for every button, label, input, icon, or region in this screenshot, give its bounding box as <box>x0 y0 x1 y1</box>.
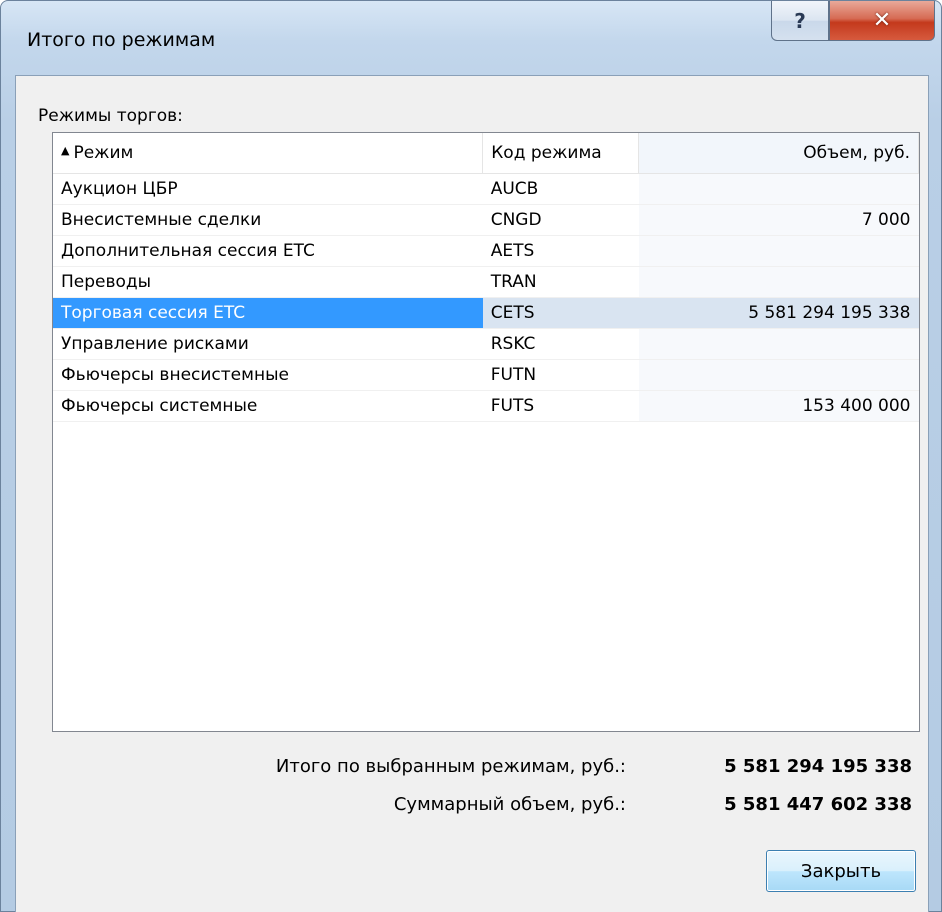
selected-total-label: Итого по выбранным режимам, руб.: <box>275 756 626 777</box>
selected-total-value: 5 581 294 195 338 <box>724 756 912 777</box>
cell-mode: Фьючерсы системные <box>53 390 483 422</box>
cell-code: AETS <box>482 235 639 267</box>
help-icon: ? <box>794 8 806 33</box>
column-header-mode[interactable]: ▲ Режим <box>53 133 484 174</box>
column-header-volume[interactable]: Объем, руб. <box>638 133 919 174</box>
title-bar[interactable]: Итого по режимам ? ✕ <box>1 1 942 75</box>
cell-volume <box>638 235 919 267</box>
table-row[interactable]: Фьючерсы внесистемные FUTN <box>53 359 919 391</box>
sum-total-value: 5 581 447 602 338 <box>724 794 912 815</box>
table-row[interactable]: Внесистемные сделки CNGD 7 000 <box>53 204 919 236</box>
help-button[interactable]: ? <box>771 1 829 41</box>
cell-volume: 153 400 000 <box>638 390 919 422</box>
dialog-client-area: Режимы торгов: ▲ Режим Код режима Объем, … <box>15 75 929 912</box>
cell-code: CNGD <box>482 204 639 236</box>
cell-mode: Внесистемные сделки <box>53 204 483 236</box>
cell-volume <box>638 266 919 298</box>
column-header-mode-label: Режим <box>73 142 134 163</box>
column-header-code[interactable]: Код режима <box>482 133 640 174</box>
cell-volume <box>638 359 919 391</box>
dialog-window: Итого по режимам ? ✕ Режимы торгов: ▲ Реж… <box>0 0 942 912</box>
close-button[interactable]: Закрыть <box>766 850 916 892</box>
table-header-row: ▲ Режим Код режима Объем, руб. <box>53 133 919 174</box>
window-close-button[interactable]: ✕ <box>829 1 935 41</box>
table-row-selected[interactable]: Торговая сессия ETC CETS 5 581 294 195 3… <box>53 297 919 329</box>
cell-code: TRAN <box>482 266 639 298</box>
close-icon: ✕ <box>872 8 892 33</box>
cell-mode: Аукцион ЦБР <box>53 173 483 205</box>
sort-ascending-icon: ▲ <box>61 143 70 157</box>
table-row[interactable]: Управление рисками RSKC <box>53 328 919 360</box>
table-row[interactable]: Аукцион ЦБР AUCB <box>53 173 919 205</box>
cell-volume <box>638 173 919 205</box>
modes-table: ▲ Режим Код режима Объем, руб. Аукцион ЦБ… <box>53 133 919 422</box>
cell-volume: 5 581 294 195 338 <box>638 297 919 329</box>
table-row[interactable]: Дополнительная сессия ETC AETS <box>53 235 919 267</box>
sum-total-label: Суммарный объем, руб.: <box>393 794 626 815</box>
cell-mode: Управление рисками <box>53 328 483 360</box>
cell-code: FUTS <box>482 390 639 422</box>
table-row[interactable]: Переводы TRAN <box>53 266 919 298</box>
cell-mode: Фьючерсы внесистемные <box>53 359 483 391</box>
trading-modes-label: Режимы торгов: <box>38 106 183 126</box>
cell-volume <box>638 328 919 360</box>
cell-mode: Торговая сессия ETC <box>53 297 483 329</box>
modes-list[interactable]: ▲ Режим Код режима Объем, руб. Аукцион ЦБ… <box>52 132 920 732</box>
table-row[interactable]: Фьючерсы системные FUTS 153 400 000 <box>53 390 919 422</box>
cell-mode: Дополнительная сессия ETC <box>53 235 483 267</box>
cell-code: CETS <box>482 297 639 329</box>
cell-mode: Переводы <box>53 266 483 298</box>
cell-code: AUCB <box>482 173 639 205</box>
cell-code: RSKC <box>482 328 639 360</box>
window-title: Итого по режимам <box>27 29 216 51</box>
cell-volume: 7 000 <box>638 204 919 236</box>
cell-code: FUTN <box>482 359 639 391</box>
